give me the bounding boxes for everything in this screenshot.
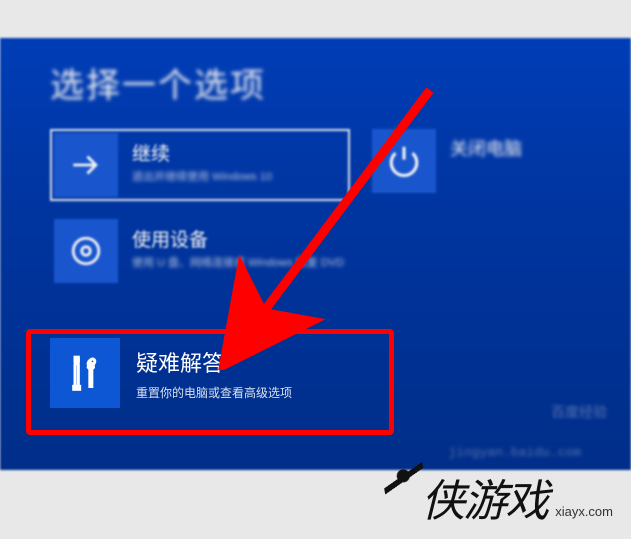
option-troubleshoot-label: 疑难解答 [136,346,292,378]
watermark-line1: 百度经验 [551,402,607,422]
option-use-device[interactable]: 使用设备 使用 U 盘、网络连接或 Windows 恢复 DVD [50,215,350,287]
arrow-right-icon [54,133,118,197]
option-continue[interactable]: 继续 退出并继续使用 Windows 10 [50,129,350,201]
site-watermark: 侠游戏 xiayx.com [421,465,613,529]
option-troubleshoot-desc: 重置你的电脑或查看高级选项 [136,384,292,401]
watermark-line2: jingyan.baidu.com [448,445,581,460]
page-title: 选择一个选项 [50,58,591,107]
site-watermark-text: 侠游戏 [421,465,547,529]
disc-icon [54,219,118,283]
option-use-device-desc: 使用 U 盘、网络连接或 Windows 恢复 DVD [132,256,344,271]
site-watermark-url: xiayx.com [555,504,613,519]
option-continue-desc: 退出并继续使用 Windows 10 [132,170,272,185]
option-shutdown[interactable]: 关闭电脑 [372,129,572,193]
tools-icon [50,338,120,408]
option-use-device-label: 使用设备 [132,225,344,252]
power-icon [372,129,436,193]
option-shutdown-label: 关闭电脑 [450,129,522,161]
option-troubleshoot[interactable]: 疑难解答 重置你的电脑或查看高级选项 [50,338,292,408]
option-continue-label: 继续 [132,139,272,166]
